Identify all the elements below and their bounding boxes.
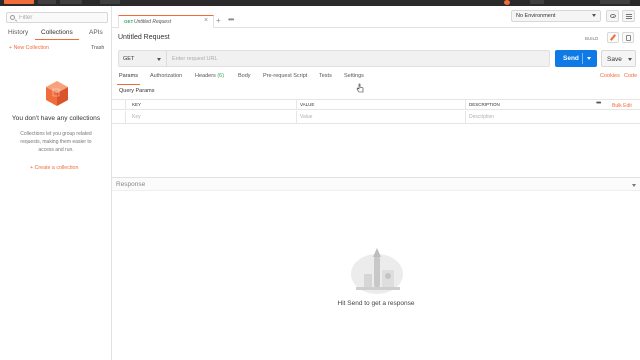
empty-collections-description: Collections let you group related reques… (20, 131, 92, 153)
save-label: Save (607, 56, 622, 63)
collection-cube-icon (46, 81, 68, 106)
hand-pointer-icon (356, 83, 364, 93)
environment-label: No Environment (516, 13, 556, 19)
tab-authorization[interactable]: Authorization (150, 73, 182, 79)
empty-collections-title: You don't have any collections (11, 115, 101, 122)
chevron-down-icon (592, 14, 596, 17)
chevron-down-icon[interactable] (628, 58, 632, 61)
response-header[interactable]: Response (112, 177, 640, 191)
url-bar: GET (118, 50, 550, 67)
notification-icon[interactable] (504, 0, 510, 5)
cookies-link[interactable]: Cookies (600, 73, 620, 79)
manage-environments-button[interactable] (622, 10, 635, 22)
method-select-label: GET (123, 56, 135, 62)
response-empty-hint: Hit Send to get a response (337, 300, 415, 307)
more-options-icon[interactable]: ••• (596, 100, 601, 107)
tab-apis[interactable]: APIs (89, 28, 103, 40)
trash-link[interactable]: Trash (91, 45, 104, 51)
documentation-button[interactable] (622, 32, 634, 43)
query-params-label: Query Params (119, 88, 155, 94)
environment-select[interactable]: No Environment (511, 10, 601, 22)
sidebar: History Collections APIs + New Collectio… (0, 6, 112, 360)
chevron-down-icon (157, 58, 161, 61)
new-tab-button[interactable]: + (216, 16, 221, 25)
chevron-down-icon[interactable] (632, 184, 636, 187)
request-title: Untitled Request (118, 34, 170, 41)
more-tabs-icon[interactable]: ••• (228, 15, 234, 24)
tab-tests[interactable]: Tests (319, 73, 332, 79)
column-key: KEY (132, 102, 142, 107)
value-input[interactable]: Value (300, 114, 312, 120)
tab-body[interactable]: Body (238, 73, 251, 79)
request-tab[interactable]: GET Untitled Request × (118, 15, 214, 28)
tab-params-label: Params (119, 73, 138, 79)
request-tab-name: Untitled Request (134, 19, 171, 25)
column-value: VALUE (300, 102, 315, 107)
main-panel: GET Untitled Request × + ••• No Environm… (112, 6, 640, 360)
send-button[interactable]: Send (555, 50, 597, 67)
edit-button[interactable] (607, 32, 619, 43)
create-collection-link[interactable]: + Create a collection (30, 165, 78, 171)
toolbar-segment[interactable] (60, 0, 82, 4)
toolbar-segment[interactable] (100, 0, 120, 4)
active-tab-underline (117, 84, 140, 85)
document-icon (626, 35, 631, 41)
request-tab-method: GET (124, 19, 134, 24)
chevron-down-icon[interactable] (587, 57, 591, 60)
key-input[interactable]: Key (132, 114, 141, 120)
response-label: Response (116, 181, 146, 188)
tab-collections[interactable]: Collections (35, 28, 79, 40)
request-subtabs: Params Authorization Headers (6) Body Pr… (112, 71, 640, 85)
filter-input[interactable] (19, 14, 105, 22)
toolbar-segment[interactable] (38, 0, 56, 4)
tab-headers-label: Headers (195, 73, 216, 79)
toolbar-segment[interactable] (600, 0, 630, 4)
new-collection-button[interactable]: + New Collection (9, 45, 49, 51)
tab-params[interactable]: Params (117, 73, 140, 85)
filter-box[interactable] (6, 12, 108, 23)
active-tab-underline (35, 39, 79, 40)
tab-history-label: History (8, 29, 29, 36)
toolbar-segment[interactable] (530, 0, 544, 4)
code-link[interactable]: Code (624, 73, 637, 79)
app-menu-segment[interactable] (4, 0, 34, 4)
bulk-edit-link[interactable]: Bulk Edit (612, 103, 632, 109)
tab-history[interactable]: History (8, 28, 28, 40)
save-button[interactable]: Save (601, 50, 636, 67)
tab-headers[interactable]: Headers (6) (195, 73, 224, 79)
rocket-launch-illustration (351, 248, 403, 294)
tab-apis-label: APIs (89, 29, 103, 36)
tab-settings[interactable]: Settings (344, 73, 364, 79)
environment-quick-look-button[interactable] (606, 10, 619, 22)
url-input[interactable] (172, 54, 542, 63)
tab-collections-label: Collections (41, 29, 73, 36)
search-icon (10, 15, 15, 20)
pencil-icon (609, 34, 617, 41)
build-mode-label[interactable]: BUILD (585, 36, 598, 41)
params-table-header: KEY VALUE DESCRIPTION ••• Bulk Edit (112, 99, 640, 110)
send-label: Send (563, 55, 579, 62)
sidebar-tabs: History Collections APIs (0, 28, 112, 40)
method-select[interactable]: GET (119, 51, 167, 66)
headers-count-badge: (6) (217, 73, 225, 79)
table-row: Key Value Description (112, 111, 640, 124)
close-icon[interactable]: × (204, 17, 208, 24)
tab-prerequest-script[interactable]: Pre-request Script (263, 73, 307, 79)
sliders-icon (626, 14, 632, 15)
column-description: DESCRIPTION (469, 102, 500, 107)
description-input[interactable]: Description (469, 114, 494, 120)
eye-icon (610, 14, 616, 18)
